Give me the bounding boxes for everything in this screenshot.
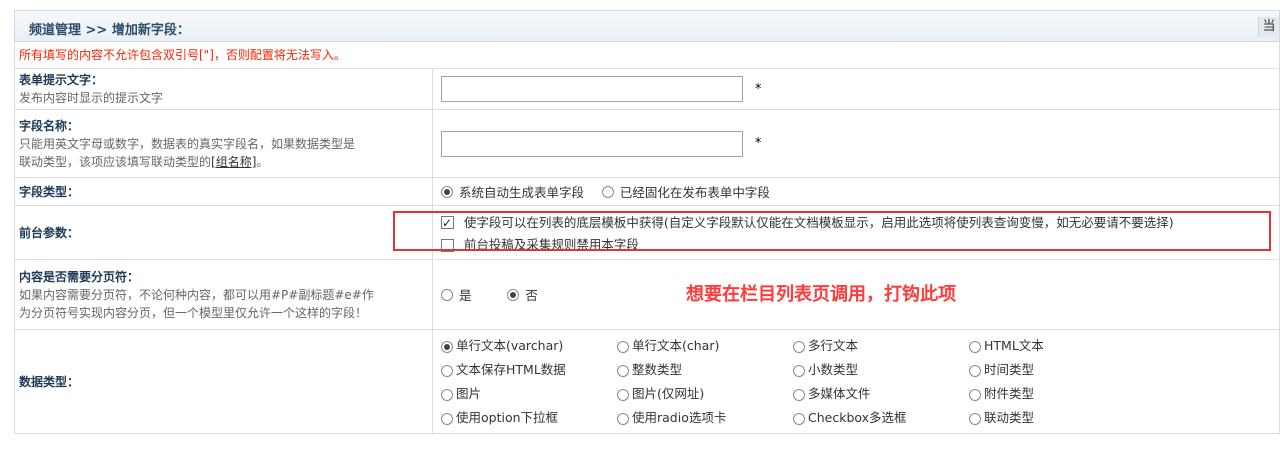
datatype-option-label: Checkbox多选框 (808, 410, 907, 425)
radio-checked-icon[interactable] (507, 288, 520, 301)
name-desc-line2: 联动类型，该项应该填写联动类型的[组名称]。 (19, 153, 428, 171)
datatype-option[interactable]: 单行文本(varchar) (441, 335, 563, 354)
datatype-option[interactable]: 使用option下拉框 (441, 407, 558, 426)
radio-empty-icon[interactable] (617, 364, 629, 377)
radio-empty-icon[interactable] (793, 340, 805, 353)
datatype-option[interactable]: 文本保存HTML数据 (441, 359, 566, 378)
datatype-option[interactable]: 图片 (441, 383, 481, 402)
datatype-option[interactable]: 多媒体文件 (793, 383, 871, 402)
radio-empty-icon[interactable] (969, 388, 981, 401)
radio-empty-icon[interactable] (617, 340, 629, 353)
datatype-option-label: 单行文本(varchar) (456, 338, 564, 353)
datatype-label: 数据类型： (19, 374, 80, 389)
type-option-auto[interactable]: 系统自动生成表单字段 (441, 182, 598, 201)
datatype-option-label: 时间类型 (984, 362, 1035, 377)
radio-empty-icon[interactable] (617, 388, 629, 401)
pagebreak-desc-line1: 如果内容需要分页符，不论何种内容，都可以用#P#副标题#e#作 (19, 287, 374, 302)
radio-empty-icon[interactable] (969, 364, 981, 377)
pagebreak-option-no[interactable]: 否 (507, 285, 552, 304)
type-option-fixed-label: 已经固化在发布表单中字段 (619, 185, 770, 200)
pagebreak-desc-line2: 为分页符号实现内容分页，但一个模型里仅允许一个这样的字段！ (19, 305, 368, 320)
datatype-option[interactable]: 附件类型 (969, 383, 1034, 402)
type-option-fixed[interactable]: 已经固化在发布表单中字段 (601, 182, 784, 201)
name-desc-line1: 只能用英文字母或数字，数据表的真实字段名，如果数据类型是 (19, 136, 356, 151)
required-mark: * (754, 81, 762, 97)
pagebreak-yes-label: 是 (459, 288, 472, 303)
datatype-option[interactable]: 时间类型 (969, 359, 1034, 378)
datatype-option[interactable]: 单行文本(char) (617, 335, 719, 354)
datatype-option-label: 附件类型 (984, 386, 1035, 401)
radio-empty-icon[interactable] (793, 412, 805, 425)
name-desc-text: 联动类型，该项应该填写联动类型的 (19, 154, 212, 169)
corner-button[interactable]: 当 (1258, 17, 1279, 37)
radio-checked-icon[interactable] (441, 340, 453, 353)
type-label: 字段类型： (19, 184, 80, 199)
breadcrumb: 频道管理 >> 增加新字段： (29, 23, 190, 38)
form-row-datatype: 数据类型： 单行文本(varchar) 单行文本(char) 多行文本 HTML文本文… (14, 329, 1280, 434)
radio-empty-icon[interactable] (969, 340, 981, 353)
form-row-frontend: 前台参数： 使字段可以在列表的底层模板中获得(自定义字段默认仅能在文档模板显示，… (14, 205, 1280, 260)
warning-text: 所有填写的内容不允许包含双引号["]，否则配置将无法写入。 (14, 42, 1280, 68)
datatype-option-label: 文本保存HTML数据 (456, 362, 566, 377)
checkbox-empty-icon[interactable] (441, 238, 454, 252)
datatype-option-label: 小数类型 (808, 362, 859, 377)
checkbox-checked-icon[interactable] (441, 214, 454, 232)
radio-empty-icon[interactable] (793, 364, 805, 377)
field-form: 表单提示文字： 发布内容时显示的提示文字 * 字段名称： 只能用英文字母或数字，… (14, 68, 1280, 434)
datatype-option-label: 单行文本(char) (632, 338, 720, 353)
datatype-option-label: 使用option下拉框 (456, 410, 559, 425)
pagebreak-no-label: 否 (525, 288, 538, 303)
hint-input[interactable] (441, 76, 743, 102)
hint-desc: 发布内容时显示的提示文字 (19, 91, 164, 105)
pagebreak-option-yes[interactable]: 是 (441, 285, 504, 304)
form-row-name: 字段名称： 只能用英文字母或数字，数据表的真实字段名，如果数据类型是 联动类型，… (14, 109, 1280, 178)
header-bar: 频道管理 >> 增加新字段： 当 (14, 10, 1280, 42)
frontend-option-disable[interactable]: 前台投稿及采集规则禁用本字段 (441, 236, 1279, 255)
datatype-option-label: 多媒体文件 (808, 386, 871, 401)
form-row-pagebreak: 内容是否需要分页符： 如果内容需要分页符，不论何种内容，都可以用#P#副标题#e… (14, 259, 1280, 330)
radio-empty-icon[interactable] (441, 364, 453, 377)
radio-empty-icon[interactable] (617, 412, 629, 425)
name-label: 字段名称： (19, 118, 80, 133)
datatype-option[interactable]: 多行文本 (793, 335, 858, 354)
datatype-option[interactable]: 使用radio选项卡 (617, 407, 726, 426)
datatype-option[interactable]: 整数类型 (617, 359, 682, 378)
pagebreak-label: 内容是否需要分页符： (19, 269, 140, 284)
form-row-hint: 表单提示文字： 发布内容时显示的提示文字 * (14, 68, 1280, 110)
datatype-option[interactable]: 图片(仅网址) (617, 383, 704, 402)
datatype-option-label: 图片(仅网址) (632, 386, 705, 401)
frontend-option-list[interactable]: 使字段可以在列表的底层模板中获得(自定义字段默认仅能在文档模板显示，启用此选项将… (441, 213, 1279, 232)
datatype-option-label: 使用radio选项卡 (632, 410, 727, 425)
radio-empty-icon[interactable] (441, 288, 453, 301)
datatype-option[interactable]: 小数类型 (793, 359, 858, 378)
hint-label: 表单提示文字： (19, 73, 104, 87)
datatype-option-label: HTML文本 (984, 338, 1044, 353)
datatype-option-label: 联动类型 (984, 410, 1035, 425)
radio-checked-icon[interactable] (441, 185, 453, 198)
datatype-option[interactable]: Checkbox多选框 (793, 407, 907, 426)
name-input[interactable] (441, 130, 743, 157)
radio-empty-icon[interactable] (441, 388, 453, 401)
annotation-callout: 想要在栏目列表页调用，打钩此项 (686, 284, 956, 305)
name-desc-end: 。 (256, 154, 269, 169)
radio-empty-icon[interactable] (441, 412, 453, 425)
datatype-option[interactable]: 联动类型 (969, 407, 1034, 426)
radio-empty-icon[interactable] (969, 412, 981, 425)
datatype-option-label: 图片 (456, 386, 482, 401)
frontend-option-disable-label: 前台投稿及采集规则禁用本字段 (463, 237, 639, 252)
frontend-option-list-label: 使字段可以在列表的底层模板中获得(自定义字段默认仅能在文档模板显示，启用此选项将… (463, 214, 1174, 230)
form-frame: 频道管理 >> 增加新字段： 当 所有填写的内容不允许包含双引号["]，否则配置… (14, 10, 1280, 452)
datatype-option-label: 多行文本 (808, 338, 859, 353)
datatype-option-label: 整数类型 (632, 362, 683, 377)
datatype-option[interactable]: HTML文本 (969, 335, 1044, 354)
radio-empty-icon[interactable] (601, 185, 614, 198)
frontend-label: 前台参数： (19, 225, 80, 240)
required-mark: * (754, 136, 762, 151)
radio-empty-icon[interactable] (793, 388, 805, 401)
group-name-link[interactable]: [组名称] (211, 155, 256, 169)
type-option-auto-label: 系统自动生成表单字段 (459, 185, 585, 200)
form-row-type: 字段类型： 系统自动生成表单字段 已经固化在发布表单中字段 (14, 177, 1280, 206)
